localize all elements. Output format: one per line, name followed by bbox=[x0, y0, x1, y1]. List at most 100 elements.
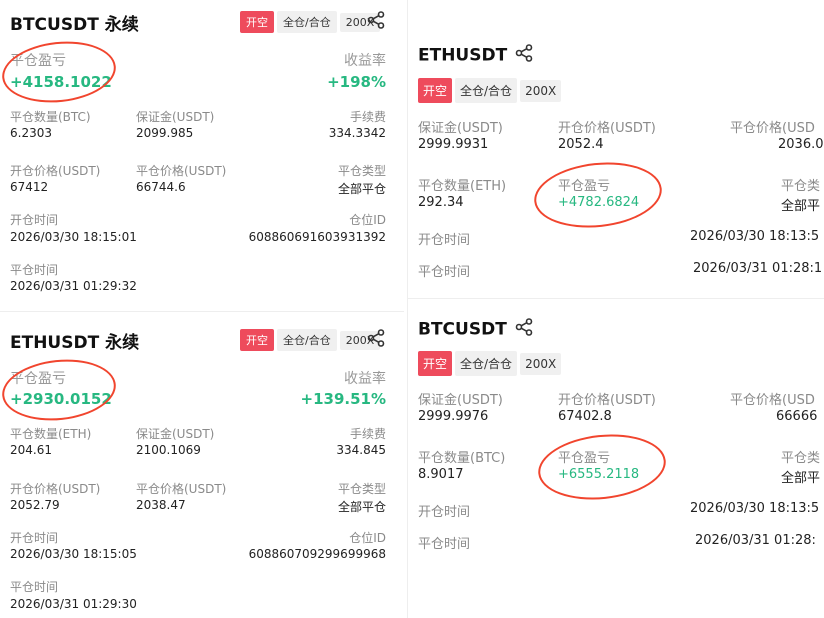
margin-mode-tag: 全仓/合仓 bbox=[455, 78, 518, 103]
tag-group: 开空 全仓/合仓 200X bbox=[240, 11, 383, 33]
qty-value: 6.2303 bbox=[10, 126, 52, 140]
share-icon[interactable] bbox=[367, 11, 385, 33]
leverage-tag: 200X bbox=[520, 80, 562, 102]
close-type-value: 全部平 bbox=[781, 199, 821, 214]
short-tag: 开空 bbox=[240, 11, 274, 33]
margin-mode-tag: 全仓/合仓 bbox=[455, 351, 518, 376]
card-btc-right: BTCUSDT 开空 全仓/合仓 200X 保证金(USDT) 2999.997… bbox=[408, 304, 824, 618]
roi-value: +198% bbox=[327, 73, 386, 91]
pnl-value: +4782.6824 bbox=[558, 195, 640, 210]
close-type-label: 平仓类型 bbox=[337, 164, 386, 178]
close-price-value: 66666 bbox=[776, 409, 818, 424]
close-time-value: 2026/03/31 01:29:32 bbox=[10, 279, 137, 293]
qty-label: 平仓数量(BTC) bbox=[418, 451, 506, 466]
margin-label: 保证金(USDT) bbox=[418, 121, 503, 136]
symbol: BTCUSDT bbox=[10, 15, 99, 35]
position-id-value: 608860709299699968 bbox=[248, 547, 386, 561]
contract-type: 永续 bbox=[104, 15, 139, 35]
short-tag: 开空 bbox=[240, 329, 274, 351]
qty-value: 292.34 bbox=[418, 195, 464, 210]
open-price-label: 开仓价格(USDT) bbox=[558, 393, 656, 408]
qty-label: 平仓数量(BTC) bbox=[10, 110, 91, 124]
close-price-value: 2038.47 bbox=[136, 498, 186, 512]
close-price-value: 66744.6 bbox=[136, 180, 186, 194]
close-time-label: 平仓时间 bbox=[418, 265, 471, 280]
card-eth-left: ETHUSDT 永续 开空 全仓/合仓 200X 平仓盈亏 +2930.0152… bbox=[0, 318, 400, 618]
position-id-label: 仓位ID bbox=[349, 531, 386, 545]
close-time-value: 2026/03/31 01:29:30 bbox=[10, 597, 137, 611]
card-title: BTCUSDT 永续 bbox=[10, 10, 139, 35]
close-price-label: 平仓价格(USDT) bbox=[136, 482, 227, 496]
open-price-value: 2052.4 bbox=[558, 137, 604, 152]
tag-group: 开空 全仓/合仓 200X bbox=[418, 78, 564, 103]
pnl-label: 平仓盈亏 bbox=[10, 371, 66, 387]
close-type-label: 平仓类 bbox=[781, 451, 821, 466]
position-id-value: 608860691603931392 bbox=[248, 230, 386, 244]
open-time-label: 开仓时间 bbox=[418, 505, 471, 520]
open-price-label: 开仓价格(USDT) bbox=[558, 121, 656, 136]
pnl-value: +2930.0152 bbox=[10, 390, 112, 408]
close-type-label: 平仓类 bbox=[781, 179, 821, 194]
tag-group: 开空 全仓/合仓 200X bbox=[240, 329, 383, 351]
close-time-label: 平仓时间 bbox=[10, 580, 59, 594]
fee-value: 334.845 bbox=[336, 443, 386, 457]
close-type-value: 全部平仓 bbox=[337, 500, 386, 514]
open-time-value: 2026/03/30 18:13:5 bbox=[690, 501, 820, 516]
position-id-label: 仓位ID bbox=[349, 213, 386, 227]
open-price-value: 2052.79 bbox=[10, 498, 60, 512]
card-title: BTCUSDT bbox=[418, 318, 533, 341]
divider bbox=[408, 298, 824, 299]
margin-label: 保证金(USDT) bbox=[418, 393, 503, 408]
open-time-value: 2026/03/30 18:15:05 bbox=[10, 547, 137, 561]
margin-label: 保证金(USDT) bbox=[136, 110, 215, 124]
fee-label: 手续费 bbox=[349, 110, 386, 124]
symbol: ETHUSDT bbox=[418, 45, 508, 66]
close-type-value: 全部平 bbox=[781, 471, 821, 486]
roi-label: 收益率 bbox=[344, 371, 386, 387]
qty-value: 8.9017 bbox=[418, 467, 464, 482]
annotation-circle bbox=[0, 36, 119, 108]
tag-group: 开空 全仓/合仓 200X bbox=[418, 351, 564, 376]
divider bbox=[0, 311, 404, 312]
close-time-label: 平仓时间 bbox=[10, 263, 59, 277]
margin-label: 保证金(USDT) bbox=[136, 427, 215, 441]
close-time-value: 2026/03/31 01:28: bbox=[695, 533, 816, 548]
close-time-value: 2026/03/31 01:28:1 bbox=[693, 261, 823, 276]
close-price-label: 平仓价格(USD bbox=[730, 121, 815, 136]
share-icon[interactable] bbox=[515, 318, 533, 341]
symbol: ETHUSDT bbox=[10, 333, 100, 353]
close-price-label: 平仓价格(USD bbox=[730, 393, 815, 408]
fee-value: 334.3342 bbox=[328, 126, 386, 140]
qty-value: 204.61 bbox=[10, 443, 52, 457]
short-tag: 开空 bbox=[418, 78, 453, 103]
card-title: ETHUSDT bbox=[418, 44, 533, 67]
margin-mode-tag: 全仓/合仓 bbox=[277, 11, 337, 33]
roi-value: +139.51% bbox=[300, 390, 386, 408]
close-price-value: 2036.0 bbox=[778, 137, 824, 152]
roi-label: 收益率 bbox=[344, 53, 386, 69]
pnl-label: 平仓盈亏 bbox=[558, 179, 611, 194]
share-icon[interactable] bbox=[515, 44, 533, 67]
close-type-label: 平仓类型 bbox=[337, 482, 386, 496]
open-time-value: 2026/03/30 18:15:01 bbox=[10, 230, 137, 244]
qty-label: 平仓数量(ETH) bbox=[10, 427, 92, 441]
pnl-label: 平仓盈亏 bbox=[10, 53, 66, 69]
pnl-value: +4158.1022 bbox=[10, 73, 112, 91]
card-eth-right: ETHUSDT 开空 全仓/合仓 200X 保证金(USDT) 2999.993… bbox=[408, 30, 824, 298]
open-time-label: 开仓时间 bbox=[10, 531, 59, 545]
pnl-value: +6555.2118 bbox=[558, 467, 640, 482]
margin-value: 2999.9931 bbox=[418, 137, 489, 152]
share-icon[interactable] bbox=[367, 329, 385, 351]
close-price-label: 平仓价格(USDT) bbox=[136, 164, 227, 178]
short-tag: 开空 bbox=[418, 351, 453, 376]
symbol: BTCUSDT bbox=[418, 319, 507, 340]
open-price-label: 开仓价格(USDT) bbox=[10, 482, 101, 496]
leverage-tag: 200X bbox=[520, 353, 562, 375]
open-price-value: 67412 bbox=[10, 180, 49, 194]
margin-value: 2100.1069 bbox=[136, 443, 201, 457]
open-time-label: 开仓时间 bbox=[10, 213, 59, 227]
contract-type: 永续 bbox=[105, 333, 140, 353]
pnl-label: 平仓盈亏 bbox=[558, 451, 611, 466]
close-time-label: 平仓时间 bbox=[418, 537, 471, 552]
fee-label: 手续费 bbox=[349, 427, 386, 441]
